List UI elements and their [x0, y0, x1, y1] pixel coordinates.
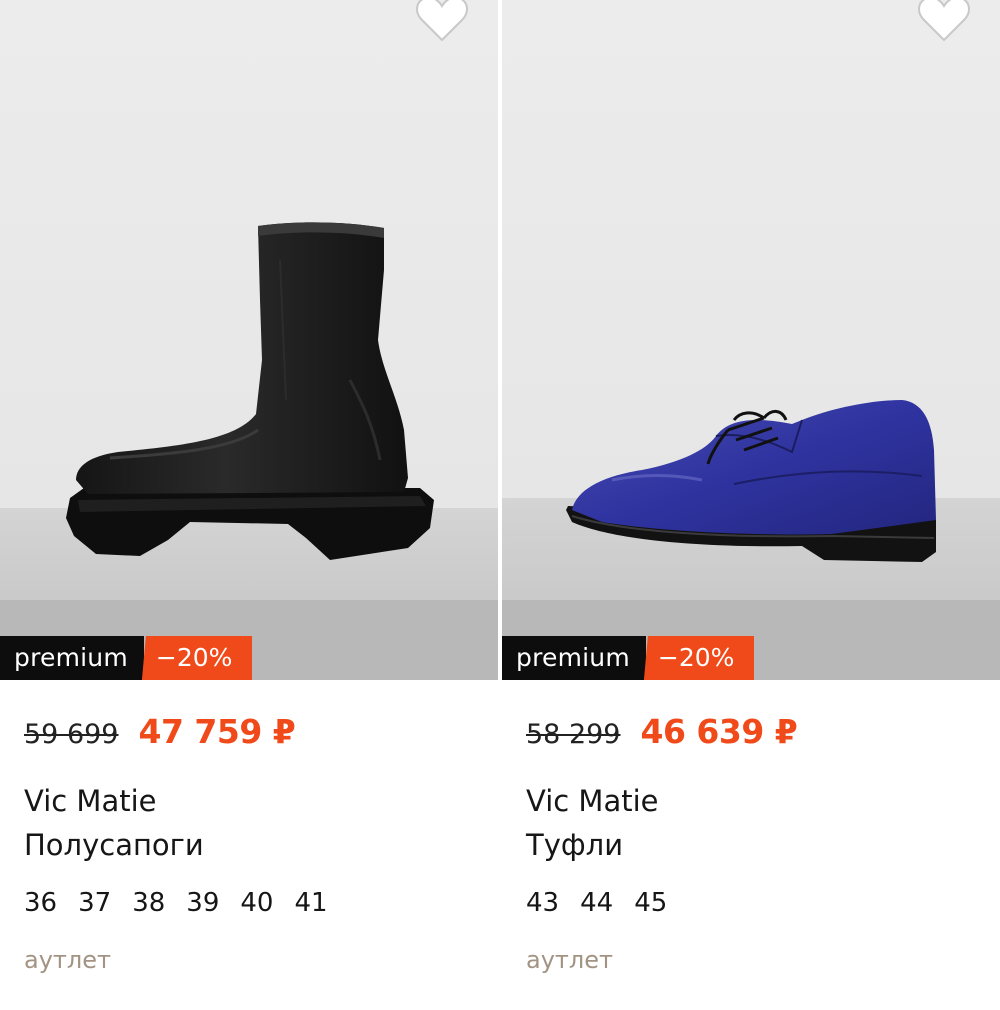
- size-list: 43 44 45: [526, 888, 688, 918]
- heart-icon[interactable]: [916, 0, 972, 44]
- size-option[interactable]: 41: [294, 888, 327, 918]
- size-option[interactable]: 39: [186, 888, 219, 918]
- size-option[interactable]: 36: [24, 888, 57, 918]
- black-platform-ankle-boot-image: [0, 0, 498, 680]
- favorite-button[interactable]: [916, 0, 972, 44]
- discount-badge: −20%: [643, 636, 755, 680]
- size-option[interactable]: 38: [132, 888, 165, 918]
- blue-leather-derby-shoe-image: [502, 0, 1000, 680]
- product-photo[interactable]: [0, 0, 498, 680]
- brand-name[interactable]: Vic Matie: [526, 784, 658, 818]
- size-option[interactable]: 43: [526, 888, 559, 918]
- favorite-button[interactable]: [414, 0, 470, 44]
- sale-price: 46 639 ₽: [640, 712, 798, 751]
- discount-badge: −20%: [141, 636, 253, 680]
- premium-badge: premium: [0, 636, 144, 680]
- size-option[interactable]: 45: [634, 888, 667, 918]
- product-category[interactable]: Полусапоги: [24, 828, 204, 862]
- premium-badge: premium: [502, 636, 646, 680]
- outlet-tag: аутлет: [24, 946, 111, 974]
- heart-icon[interactable]: [414, 0, 470, 44]
- size-option[interactable]: 44: [580, 888, 613, 918]
- old-price: 59 699: [24, 719, 119, 750]
- size-option[interactable]: 40: [240, 888, 273, 918]
- product-photo[interactable]: [502, 0, 1000, 680]
- badge-row: premium −20%: [0, 636, 253, 680]
- badge-row: premium −20%: [502, 636, 755, 680]
- outlet-tag: аутлет: [526, 946, 613, 974]
- product-card[interactable]: premium −20% 59 699 47 759 ₽ Vic Matie П…: [0, 0, 498, 1010]
- price-row: 58 299 46 639 ₽: [526, 712, 798, 756]
- size-option[interactable]: 37: [78, 888, 111, 918]
- product-category[interactable]: Туфли: [526, 828, 623, 862]
- price-row: 59 699 47 759 ₽: [24, 712, 296, 756]
- sale-price: 47 759 ₽: [138, 712, 296, 751]
- size-list: 36 37 38 39 40 41: [24, 888, 349, 918]
- product-card[interactable]: premium −20% 58 299 46 639 ₽ Vic Matie Т…: [502, 0, 1000, 1010]
- brand-name[interactable]: Vic Matie: [24, 784, 156, 818]
- old-price: 58 299: [526, 719, 621, 750]
